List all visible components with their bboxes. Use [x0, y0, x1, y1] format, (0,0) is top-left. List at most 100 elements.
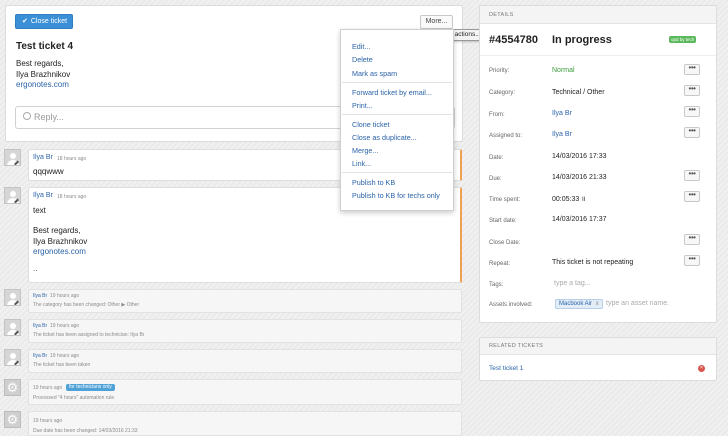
ticket-body-line1: Best regards,	[16, 59, 64, 68]
detail-label: Time spent:	[489, 197, 521, 203]
menu-item-close-duplicate[interactable]: Close as duplicate...	[352, 133, 417, 142]
detail-label: Priority:	[489, 68, 510, 74]
priority-options-button[interactable]: •••	[684, 64, 700, 75]
menu-divider	[342, 82, 452, 83]
avatar	[4, 187, 21, 204]
avatar	[4, 149, 21, 166]
event-time: 19 hours ago	[50, 293, 80, 299]
menu-item-edit[interactable]: Edit...	[352, 42, 370, 51]
detail-label: Date:	[489, 155, 504, 161]
event-text: The category has been changed: Other ▶ O…	[33, 302, 140, 308]
event-text: The ticket has been taken	[33, 362, 91, 368]
event-row: Ilya Br 19 hours ago The category has be…	[28, 289, 462, 313]
more-actions-menu: Edit... Delete Mark as spam Forward tick…	[340, 29, 454, 211]
detail-label: From:	[489, 112, 505, 118]
time-spent-value[interactable]: 00:05:33 ॥	[552, 195, 585, 204]
detail-label: Close Date:	[489, 240, 521, 246]
detail-label: Category:	[489, 90, 516, 96]
menu-item-clone[interactable]: Clone ticket	[352, 120, 390, 129]
close-ticket-button[interactable]: ✔ Close ticket	[15, 14, 73, 29]
detail-label: Assets involved:	[489, 302, 533, 308]
event-row: 19 hours ago Due date has been changed: …	[28, 411, 462, 436]
ticket-status: In progress	[552, 34, 612, 46]
menu-divider	[342, 114, 452, 115]
asset-chip-remove-icon[interactable]: x	[596, 301, 599, 307]
menu-item-merge[interactable]: Merge...	[352, 146, 378, 155]
detail-label: Start date:	[489, 218, 517, 224]
tags-input[interactable]: type a tag...	[554, 280, 591, 287]
menu-item-forward[interactable]: Forward ticket by email...	[352, 88, 432, 97]
event-time: 19 hours ago	[50, 353, 80, 359]
reply-placeholder: Reply...	[34, 112, 64, 122]
detail-label: Assigned to:	[489, 133, 523, 139]
asset-input[interactable]: type an asset name.	[606, 300, 669, 307]
repeat-value: This ticket is not repeating	[552, 259, 634, 266]
event-time: 19 hours ago	[33, 385, 63, 391]
detail-label: Due:	[489, 176, 502, 182]
detail-label: Tags:	[489, 282, 504, 288]
gear-icon: ⚙	[4, 411, 21, 428]
event-badge: for technicians only	[66, 384, 115, 391]
event-text: The ticket has been assigned to technici…	[33, 332, 145, 338]
divider	[480, 55, 716, 56]
repeat-options-button[interactable]: •••	[684, 255, 700, 266]
menu-item-publish-kb-techs[interactable]: Publish to KB for techs only	[352, 191, 440, 200]
avatar	[4, 319, 21, 336]
close-date-options-button[interactable]: •••	[684, 234, 700, 245]
from-value[interactable]: Ilya Br	[552, 110, 572, 117]
ticket-body-link[interactable]: ergonotes.com	[16, 80, 69, 89]
event-author[interactable]: Ilya Br	[33, 293, 47, 299]
menu-item-delete[interactable]: Delete	[352, 55, 373, 64]
comment-signature-line2: Ilya Brazhnikov	[33, 237, 88, 246]
close-ticket-label: Close ticket	[30, 18, 68, 25]
category-value: Technical / Other	[552, 89, 605, 96]
comment-ellipsis: ..	[33, 264, 38, 273]
event-row: 19 hours ago for technicians only Proces…	[28, 379, 462, 405]
priority-value[interactable]: Normal	[552, 67, 575, 74]
comment-link[interactable]: ergonotes.com	[33, 247, 86, 256]
menu-item-print[interactable]: Print...	[352, 101, 373, 110]
ticket-body-line2: Ilya Brazhnikov	[16, 70, 71, 79]
more-button[interactable]: More...	[420, 15, 453, 29]
event-time: 19 hours ago	[50, 323, 80, 329]
assigned-value[interactable]: Ilya Br	[552, 131, 572, 138]
category-options-button[interactable]: •••	[684, 85, 700, 96]
event-author[interactable]: Ilya Br	[33, 323, 47, 329]
comment-author[interactable]: Ilya Br	[33, 192, 53, 199]
avatar	[4, 349, 21, 366]
remove-related-icon[interactable]: ×	[698, 365, 705, 372]
details-header: DETAILS	[489, 12, 514, 18]
comment-author[interactable]: Ilya Br	[33, 154, 53, 161]
gear-icon: ⚙	[4, 379, 21, 396]
event-text: Due date has been changed: 14/03/2016 21…	[33, 428, 138, 434]
event-text: Processed "4 hours" automation rule	[33, 395, 115, 401]
details-header-bar	[480, 6, 716, 24]
due-value: 14/03/2016 21:33	[552, 174, 607, 181]
menu-item-publish-kb[interactable]: Publish to KB	[352, 178, 395, 187]
assigned-options-button[interactable]: •••	[684, 127, 700, 138]
time-spent-options-button[interactable]: •••	[684, 191, 700, 202]
check-icon: ✔	[22, 18, 28, 25]
start-date-value: 14/03/2016 17:37	[552, 216, 607, 223]
avatar	[4, 289, 21, 306]
menu-divider	[342, 172, 452, 173]
comment-icon	[23, 112, 31, 120]
due-options-button[interactable]: •••	[684, 170, 700, 181]
comment-text: text	[33, 206, 46, 215]
related-ticket-link[interactable]: Test ticket 1	[489, 365, 523, 372]
event-author[interactable]: Ilya Br	[33, 353, 47, 359]
menu-item-mark-spam[interactable]: Mark as spam	[352, 69, 397, 78]
from-options-button[interactable]: •••	[684, 106, 700, 117]
comment-time: 18 hours ago	[57, 156, 87, 162]
related-header: RELATED TICKETS	[489, 343, 544, 349]
ticket-id: #4554780	[489, 34, 538, 46]
asset-chip[interactable]: Macbook Air x	[555, 299, 603, 309]
event-row: Ilya Br 19 hours ago The ticket has been…	[28, 319, 462, 343]
comment-text: qqqwww	[33, 167, 64, 176]
menu-item-link[interactable]: Link...	[352, 159, 371, 168]
comment-time: 18 hours ago	[57, 194, 87, 200]
event-time: 19 hours ago	[33, 418, 63, 424]
detail-label: Repeat:	[489, 261, 511, 267]
asset-chip-label: Macbook Air	[559, 301, 593, 307]
details-panel	[479, 5, 717, 323]
